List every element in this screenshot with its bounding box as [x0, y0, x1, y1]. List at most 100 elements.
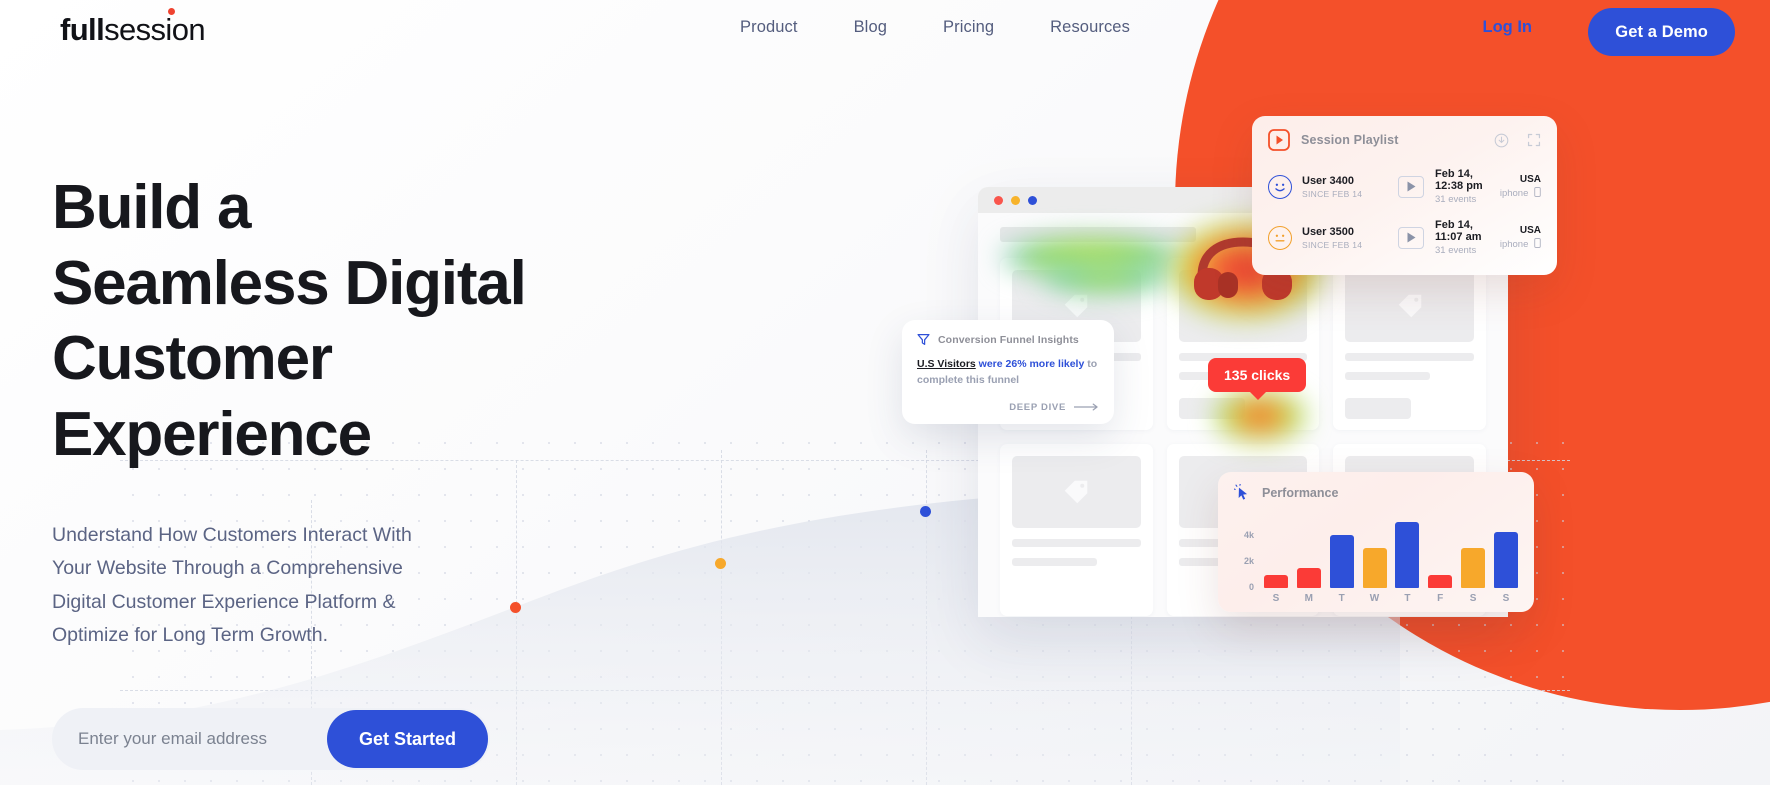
- product-card[interactable]: [1000, 444, 1153, 616]
- chart-bar-column: S: [1264, 512, 1288, 604]
- logo-dot-icon: [168, 8, 176, 15]
- play-badge-icon: [1268, 129, 1290, 151]
- ytick-0: 0: [1248, 582, 1254, 592]
- session-playlist-card: Session Playlist User 3400 SINCE FEB 14: [1252, 116, 1557, 275]
- logo-bold-text: full: [60, 12, 105, 47]
- product-card[interactable]: [1333, 258, 1486, 430]
- get-started-button[interactable]: Get Started: [326, 710, 488, 768]
- traffic-light-blue-icon: [1028, 195, 1037, 205]
- nav-item-pricing[interactable]: Pricing: [943, 18, 994, 37]
- chart-bar-column: F: [1428, 512, 1453, 604]
- click-cursor-icon: [1234, 484, 1248, 500]
- chart-bar-label: F: [1437, 593, 1444, 604]
- deep-dive-link[interactable]: DEEP DIVE: [917, 402, 1099, 413]
- session-row[interactable]: User 3500 SINCE FEB 14 Feb 14, 11:07 am …: [1268, 212, 1541, 263]
- page-title: Build a Seamless Digital Customer Experi…: [52, 170, 672, 473]
- logo[interactable]: fullsession: [60, 8, 206, 47]
- chart-bar: [1264, 575, 1288, 588]
- amber-marker: [715, 558, 726, 569]
- nav-item-product[interactable]: Product: [740, 18, 798, 37]
- tag-icon: [1065, 480, 1088, 504]
- play-icon: [1407, 232, 1415, 243]
- chart-bar: [1362, 548, 1387, 588]
- product-line-skeleton: [1345, 372, 1431, 380]
- chart-bar-column: W: [1362, 512, 1387, 604]
- headline-line-3: Customer: [52, 324, 333, 394]
- chart-bar-label: W: [1369, 593, 1380, 604]
- phone-icon: [1534, 187, 1541, 197]
- login-link[interactable]: Log In: [1483, 18, 1532, 37]
- logo-light-label: session: [104, 12, 206, 47]
- tag-icon: [1398, 294, 1421, 318]
- blue-marker: [920, 506, 931, 517]
- chart-bar-label: M: [1304, 593, 1314, 604]
- chart-bar-column: S: [1493, 512, 1518, 604]
- headline-line-2: Seamless Digital: [52, 248, 527, 318]
- session-country: USA: [1519, 174, 1541, 185]
- session-geo-block: USA iphone: [1500, 225, 1541, 250]
- product-image-placeholder: [1012, 456, 1141, 528]
- email-signup-form: Get Started: [52, 708, 490, 770]
- session-device: iphone: [1500, 238, 1541, 250]
- traffic-light-amber-icon: [1011, 195, 1020, 205]
- chart-bar-column: T: [1395, 512, 1420, 604]
- nav-item-blog[interactable]: Blog: [854, 18, 887, 37]
- chart-bar-column: M: [1296, 512, 1321, 604]
- session-playlist-header: Session Playlist: [1268, 129, 1541, 151]
- session-meta-block: Feb 14, 12:38 pm 31 events: [1435, 168, 1500, 205]
- logo-light-text: session: [104, 8, 206, 47]
- grid-hline-2: [120, 690, 1570, 691]
- download-icon[interactable]: [1494, 133, 1509, 148]
- session-play-button[interactable]: [1398, 175, 1424, 198]
- session-device-label: iphone: [1499, 188, 1529, 199]
- funnel-card-header: Conversion Funnel Insights: [917, 333, 1099, 346]
- product-line-skeleton: [1345, 353, 1474, 361]
- chart-bar: [1428, 575, 1453, 588]
- chart-bar-column: T: [1329, 512, 1354, 604]
- session-user-name: User 3500: [1302, 225, 1354, 238]
- main-nav: Product Blog Pricing Resources: [740, 18, 1130, 37]
- session-playlist-title: Session Playlist: [1301, 133, 1399, 147]
- get-a-demo-button[interactable]: Get a Demo: [1588, 8, 1735, 56]
- session-timestamp: Feb 14, 12:38 pm: [1435, 168, 1483, 192]
- session-event-count: 31 events: [1435, 245, 1477, 256]
- chart-bar-label: S: [1502, 593, 1510, 604]
- grid-vline-4: [926, 450, 927, 785]
- funnel-card-title: Conversion Funnel Insights: [938, 333, 1079, 346]
- play-icon: [1407, 181, 1415, 192]
- phone-icon: [1534, 238, 1541, 248]
- tag-icon: [1065, 294, 1088, 318]
- hero-subtitle: Understand How Customers Interact With Y…: [52, 523, 412, 647]
- hero-section: Build a Seamless Digital Customer Experi…: [52, 170, 672, 653]
- chart-bar-column: S: [1461, 512, 1486, 604]
- performance-card-title: Performance: [1262, 486, 1339, 500]
- chart-bar-label: T: [1338, 593, 1345, 604]
- headline-line-4: Experience: [52, 399, 372, 469]
- hero-page: fullsession Product Blog Pricing Resourc…: [0, 0, 1770, 785]
- funnel-body-highlight: were 26% more likely: [975, 358, 1085, 370]
- session-user-since: SINCE FEB 14: [1302, 188, 1363, 199]
- session-play-button[interactable]: [1398, 226, 1424, 249]
- search-bar-skeleton: [1000, 227, 1196, 242]
- expand-icon[interactable]: [1527, 133, 1541, 147]
- session-country: USA: [1519, 225, 1541, 236]
- session-geo-block: USA iphone: [1500, 174, 1541, 199]
- funnel-card-body: U.S Visitors were 26% more likely to com…: [917, 356, 1099, 389]
- session-row[interactable]: User 3400 SINCE FEB 14 Feb 14, 12:38 pm …: [1268, 161, 1541, 212]
- neutral-face-avatar: [1268, 225, 1292, 250]
- email-input[interactable]: [52, 729, 327, 749]
- grid-vline-3: [721, 450, 722, 785]
- product-line-skeleton: [1012, 558, 1097, 566]
- site-header: fullsession Product Blog Pricing Resourc…: [0, 0, 1770, 64]
- nav-item-resources[interactable]: Resources: [1050, 18, 1130, 37]
- chart-bar-label: T: [1404, 593, 1411, 604]
- deep-dive-label: DEEP DIVE: [1009, 401, 1066, 413]
- arrow-right-icon: [1074, 403, 1098, 411]
- product-button-skeleton: [1178, 398, 1245, 419]
- session-user-block: User 3500 SINCE FEB 14: [1302, 226, 1398, 250]
- session-event-count: 31 events: [1435, 194, 1477, 205]
- session-user-since: SINCE FEB 14: [1302, 239, 1363, 250]
- chart-bar-label: S: [1469, 593, 1477, 604]
- chart-bar: [1329, 535, 1354, 588]
- performance-bar-chart: 4k 2k 0 S M T W T F S S: [1234, 512, 1518, 604]
